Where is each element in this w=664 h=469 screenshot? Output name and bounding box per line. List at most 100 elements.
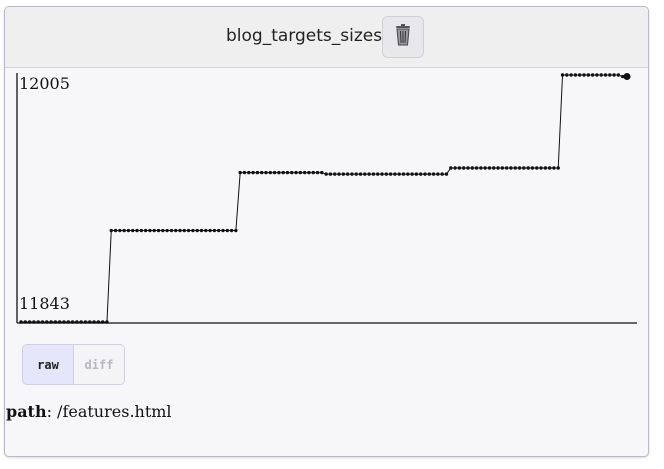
data-point[interactable] xyxy=(530,166,535,170)
data-point[interactable] xyxy=(565,73,569,77)
data-point[interactable] xyxy=(517,166,522,170)
data-point[interactable] xyxy=(208,228,212,233)
data-point[interactable] xyxy=(466,166,470,170)
data-point[interactable] xyxy=(444,172,449,176)
data-point[interactable] xyxy=(225,228,229,233)
data-point[interactable] xyxy=(376,172,380,176)
data-point[interactable] xyxy=(178,228,182,233)
data-point[interactable] xyxy=(122,228,126,233)
delete-button[interactable] xyxy=(382,16,424,58)
data-point[interactable] xyxy=(105,320,109,324)
data-point[interactable] xyxy=(285,170,290,175)
data-point[interactable] xyxy=(522,166,526,170)
data-point[interactable] xyxy=(337,172,341,176)
data-point[interactable] xyxy=(358,172,363,176)
data-point[interactable] xyxy=(268,170,272,175)
data-point[interactable] xyxy=(247,170,251,175)
data-point[interactable] xyxy=(259,170,264,175)
data-point[interactable] xyxy=(406,172,410,176)
data-point[interactable] xyxy=(186,228,191,233)
data-point[interactable] xyxy=(113,228,118,233)
data-point[interactable] xyxy=(307,170,311,175)
data-point[interactable] xyxy=(165,228,169,233)
data-point[interactable] xyxy=(388,172,393,176)
data-point[interactable] xyxy=(509,166,513,170)
data-point[interactable] xyxy=(19,320,23,324)
data-point[interactable] xyxy=(414,172,419,176)
data-point[interactable] xyxy=(75,320,79,324)
data-point[interactable] xyxy=(586,73,591,77)
data-point[interactable] xyxy=(57,320,62,324)
data-point[interactable] xyxy=(320,170,324,175)
data-point[interactable] xyxy=(251,170,255,175)
data-point[interactable] xyxy=(242,170,247,175)
data-point[interactable] xyxy=(623,73,631,81)
data-point[interactable] xyxy=(371,172,376,176)
data-point[interactable] xyxy=(328,172,333,176)
data-point[interactable] xyxy=(217,228,221,233)
data-point[interactable] xyxy=(547,166,552,170)
data-point[interactable] xyxy=(277,170,281,175)
data-point[interactable] xyxy=(88,320,92,324)
data-point[interactable] xyxy=(363,172,367,176)
data-point[interactable] xyxy=(156,228,161,233)
data-point[interactable] xyxy=(135,228,139,233)
data-point[interactable] xyxy=(573,73,578,77)
data-point[interactable] xyxy=(298,170,303,175)
data-point[interactable] xyxy=(49,320,53,324)
data-point[interactable] xyxy=(504,166,509,170)
data-point[interactable] xyxy=(70,320,75,324)
data-point[interactable] xyxy=(457,166,462,170)
data-point[interactable] xyxy=(174,228,178,233)
data-point[interactable] xyxy=(290,170,294,175)
data-point[interactable] xyxy=(345,172,350,176)
data-point[interactable] xyxy=(616,73,621,77)
data-point[interactable] xyxy=(62,320,66,324)
data-point[interactable] xyxy=(169,228,174,233)
data-point[interactable] xyxy=(393,172,397,176)
data-point[interactable] xyxy=(590,73,595,77)
data-point[interactable] xyxy=(40,320,45,324)
data-point[interactable] xyxy=(333,172,337,176)
data-point[interactable] xyxy=(221,228,225,233)
data-point[interactable] xyxy=(513,166,517,170)
data-point[interactable] xyxy=(500,166,505,170)
data-point[interactable] xyxy=(148,228,152,233)
data-point[interactable] xyxy=(354,172,358,176)
data-point[interactable] xyxy=(461,166,466,170)
data-point[interactable] xyxy=(294,170,298,175)
data-point[interactable] xyxy=(539,166,543,170)
data-point[interactable] xyxy=(487,166,492,170)
data-point[interactable] xyxy=(264,170,268,175)
data-point[interactable] xyxy=(410,172,414,176)
data-point[interactable] xyxy=(350,172,354,176)
data-point[interactable] xyxy=(66,320,70,324)
data-point[interactable] xyxy=(401,172,406,176)
data-point[interactable] xyxy=(143,228,148,233)
data-point[interactable] xyxy=(582,73,586,77)
data-point[interactable] xyxy=(109,228,113,233)
data-point[interactable] xyxy=(45,320,49,324)
data-point[interactable] xyxy=(182,228,187,233)
data-point[interactable] xyxy=(496,166,500,170)
data-point[interactable] xyxy=(238,170,242,175)
data-point[interactable] xyxy=(311,170,315,175)
data-point[interactable] xyxy=(474,166,479,170)
data-point[interactable] xyxy=(255,170,260,175)
diff-toggle-button[interactable]: diff xyxy=(74,345,124,384)
data-point[interactable] xyxy=(543,166,548,170)
data-point[interactable] xyxy=(27,320,32,324)
data-point[interactable] xyxy=(470,166,474,170)
data-point[interactable] xyxy=(453,166,457,170)
data-point[interactable] xyxy=(126,228,131,233)
data-point[interactable] xyxy=(384,172,389,176)
data-point[interactable] xyxy=(449,166,453,170)
data-point[interactable] xyxy=(23,320,27,324)
data-point[interactable] xyxy=(96,320,101,324)
data-point[interactable] xyxy=(272,170,277,175)
data-point[interactable] xyxy=(83,320,88,324)
data-point[interactable] xyxy=(397,172,401,176)
data-point[interactable] xyxy=(315,170,320,175)
data-point[interactable] xyxy=(204,228,208,233)
data-point[interactable] xyxy=(234,228,238,233)
